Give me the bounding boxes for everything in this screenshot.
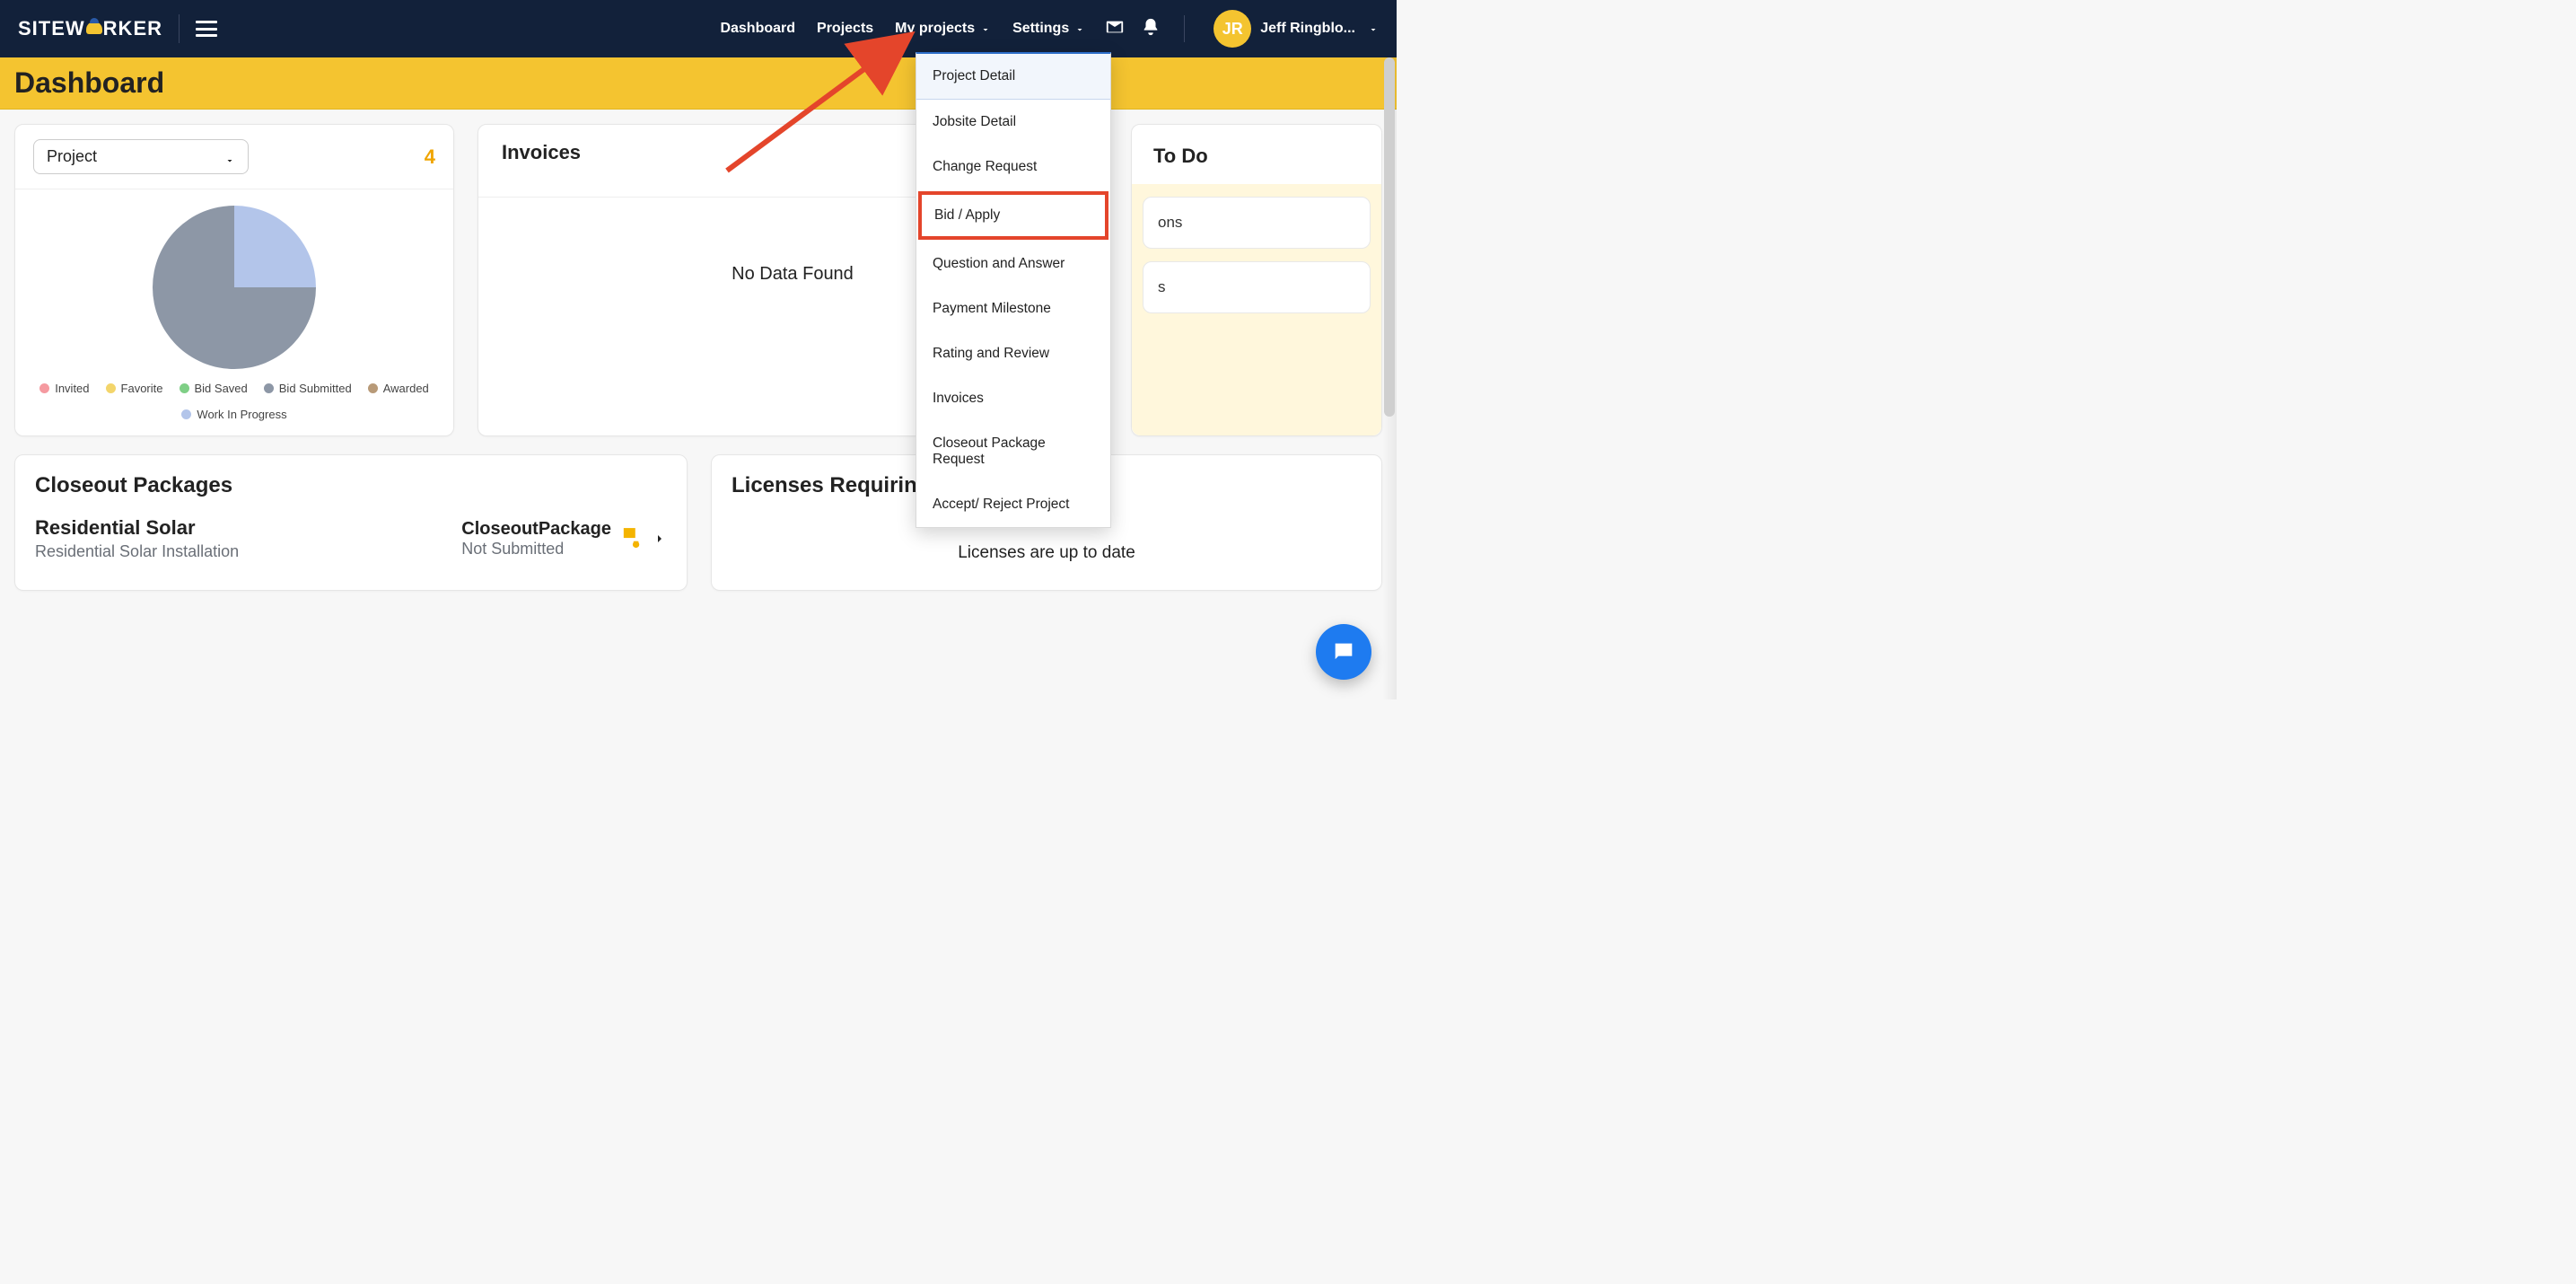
content: Project 4 Invited Favorite Bid Saved Bid Su… xyxy=(0,110,1397,605)
legend-dot xyxy=(39,383,49,393)
legend-item: Awarded xyxy=(368,382,429,395)
brand-post: RKER xyxy=(103,17,162,40)
legend-item: Favorite xyxy=(106,382,163,395)
todo-item[interactable]: s xyxy=(1143,261,1371,313)
legend-dot xyxy=(368,383,378,393)
dropdown-item[interactable]: Invoices xyxy=(916,376,1110,421)
scrollbar-thumb[interactable] xyxy=(1384,57,1395,417)
nav-settings[interactable]: Settings xyxy=(1012,21,1085,37)
todo-title: To Do xyxy=(1132,125,1381,184)
todo-card: To Do ons s xyxy=(1131,124,1382,436)
nav-dashboard[interactable]: Dashboard xyxy=(720,21,795,37)
legend-dot xyxy=(180,383,189,393)
legend-label: Invited xyxy=(55,382,89,395)
dropdown-item[interactable]: Question and Answer xyxy=(916,242,1110,286)
chat-icon xyxy=(1331,639,1356,664)
legend-dot xyxy=(106,383,116,393)
chevron-right-icon xyxy=(653,532,667,546)
bell-icon[interactable] xyxy=(1141,17,1161,41)
legend-label: Awarded xyxy=(383,382,429,395)
legend-label: Bid Saved xyxy=(195,382,248,395)
nav-links: Dashboard Projects My projects Settings xyxy=(720,21,1085,37)
divider xyxy=(1184,15,1185,42)
legend-label: Bid Submitted xyxy=(279,382,352,395)
nav-projects[interactable]: Projects xyxy=(817,21,873,37)
closeout-item-desc: Residential Solar Installation xyxy=(35,542,239,561)
project-card: Project 4 Invited Favorite Bid Saved Bid Su… xyxy=(14,124,454,436)
closeout-title: Closeout Packages xyxy=(15,455,687,516)
brand-logo[interactable]: SITEW RKER xyxy=(18,17,162,40)
hardhat-icon xyxy=(86,22,102,34)
legend-item: Invited xyxy=(39,382,89,395)
page-title: Dashboard xyxy=(14,66,164,100)
divider xyxy=(179,14,180,43)
nav-my-projects[interactable]: My projects xyxy=(895,21,991,37)
closeout-item[interactable]: Residential Solar Residential Solar Inst… xyxy=(15,516,687,579)
dropdown-item[interactable]: Closeout Package Request xyxy=(916,421,1110,482)
project-select-label: Project xyxy=(47,147,97,166)
row-2: Closeout Packages Residential Solar Resi… xyxy=(14,454,1382,591)
nav-settings-label: Settings xyxy=(1012,21,1069,37)
dropdown-item[interactable]: Jobsite Detail xyxy=(916,100,1110,145)
dropdown-item[interactable]: Rating and Review xyxy=(916,331,1110,376)
row-1: Project 4 Invited Favorite Bid Saved Bid Su… xyxy=(14,124,1382,436)
top-nav: SITEW RKER Dashboard Projects My project… xyxy=(0,0,1397,57)
chevron-down-icon xyxy=(1074,23,1085,34)
invoices-title: Invoices xyxy=(502,141,581,164)
flag-icon xyxy=(622,526,642,551)
chevron-down-icon xyxy=(224,152,235,163)
dropdown-item[interactable]: Bid / Apply xyxy=(918,191,1108,240)
legend-item: Work In Progress xyxy=(181,408,286,421)
legend-label: Favorite xyxy=(121,382,163,395)
todo-item-label: ons xyxy=(1158,214,1182,232)
brand-pre: SITEW xyxy=(18,17,85,40)
legend-item: Bid Submitted xyxy=(264,382,352,395)
chevron-down-icon xyxy=(1368,23,1379,34)
legend-dot xyxy=(264,383,274,393)
closeout-card: Closeout Packages Residential Solar Resi… xyxy=(14,454,688,591)
nav-icon-group: JR Jeff Ringblo... xyxy=(1105,10,1379,48)
avatar: JR xyxy=(1214,10,1251,48)
closeout-item-name: Residential Solar xyxy=(35,516,239,540)
dropdown-item[interactable]: Payment Milestone xyxy=(916,286,1110,331)
dropdown-item[interactable]: Project Detail xyxy=(916,54,1110,100)
legend-item: Bid Saved xyxy=(180,382,248,395)
nav-my-projects-label: My projects xyxy=(895,21,975,37)
closeout-pkg-status: Not Submitted xyxy=(461,540,611,558)
project-chart: Invited Favorite Bid Saved Bid Submitted Awa… xyxy=(15,189,453,435)
dropdown-item[interactable]: Accept/ Reject Project xyxy=(916,482,1110,527)
page-title-bar: Dashboard xyxy=(0,57,1397,110)
closeout-item-right: CloseoutPackage Not Submitted xyxy=(461,519,667,558)
todo-item[interactable]: ons xyxy=(1143,197,1371,249)
pie-chart xyxy=(153,206,316,369)
todo-item-label: s xyxy=(1158,278,1166,296)
mail-icon[interactable] xyxy=(1105,17,1125,41)
closeout-pkg-label: CloseoutPackage xyxy=(461,519,611,540)
project-select[interactable]: Project xyxy=(33,139,249,174)
avatar-initials: JR xyxy=(1222,20,1243,39)
project-count: 4 xyxy=(425,145,435,169)
my-projects-dropdown: Project DetailJobsite DetailChange Reque… xyxy=(916,52,1111,528)
project-card-header: Project 4 xyxy=(15,125,453,189)
chart-legend: Invited Favorite Bid Saved Bid Submitted Awa… xyxy=(24,382,444,421)
todo-body: ons s xyxy=(1132,184,1381,435)
legend-dot xyxy=(181,409,191,419)
nav-dashboard-label: Dashboard xyxy=(720,21,795,37)
user-menu[interactable]: JR Jeff Ringblo... xyxy=(1214,10,1379,48)
chevron-down-icon xyxy=(980,23,991,34)
closeout-item-left: Residential Solar Residential Solar Inst… xyxy=(35,516,239,561)
legend-label: Work In Progress xyxy=(197,408,286,421)
dropdown-item[interactable]: Change Request xyxy=(916,145,1110,189)
user-name: Jeff Ringblo... xyxy=(1260,21,1355,37)
nav-projects-label: Projects xyxy=(817,21,873,37)
hamburger-menu-icon[interactable] xyxy=(196,21,217,37)
chat-fab[interactable] xyxy=(1316,624,1371,680)
